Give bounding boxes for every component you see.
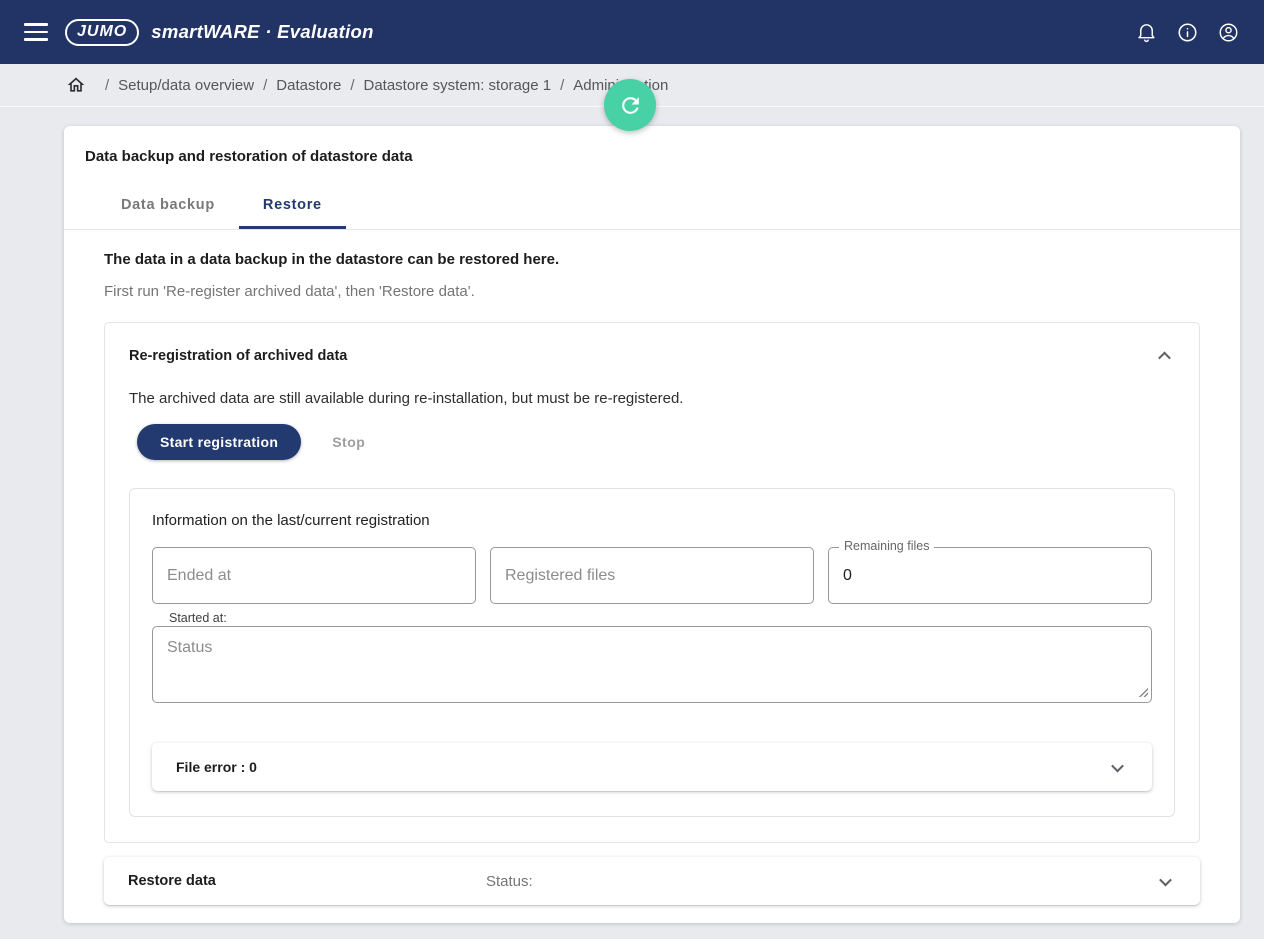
ended-at-field-wrap: Started at:: [152, 547, 476, 625]
registration-fields-row: Started at: Remaining files: [152, 539, 1152, 625]
file-error-panel[interactable]: File error : 0: [152, 743, 1152, 791]
start-registration-button[interactable]: Start registration: [137, 424, 302, 460]
refresh-icon: [618, 93, 643, 118]
restore-status-label: Status:: [486, 872, 533, 890]
restore-intro-text: The data in a data backup in the datasto…: [104, 251, 560, 268]
chevron-down-icon: [1108, 758, 1126, 776]
info-icon[interactable]: [1175, 20, 1199, 44]
refresh-button[interactable]: [604, 79, 656, 131]
stop-button[interactable]: Stop: [332, 434, 365, 450]
reregistration-description: The archived data are still available du…: [129, 390, 684, 407]
registered-files-input[interactable]: [490, 547, 814, 604]
breadcrumb-separator: /: [263, 76, 268, 94]
status-area-wrap: [152, 626, 1152, 703]
chevron-up-icon[interactable]: [1155, 347, 1173, 365]
account-icon[interactable]: [1216, 20, 1240, 44]
started-at-label: Started at:: [169, 611, 227, 625]
notifications-bell-icon[interactable]: [1134, 20, 1158, 44]
registration-info-card: Information on the last/current registra…: [129, 488, 1175, 817]
menu-icon[interactable]: [24, 23, 48, 41]
tab-data-backup[interactable]: Data backup: [97, 181, 239, 229]
top-navbar: JUMO smartWARE · Evaluation: [0, 0, 1264, 64]
tab-restore[interactable]: Restore: [239, 181, 346, 229]
reregistration-title: Re-registration of archived data: [129, 348, 348, 364]
restore-hint-text: First run 'Re-register archived data', t…: [104, 283, 475, 300]
home-icon[interactable]: [66, 75, 86, 95]
ended-at-input[interactable]: [152, 547, 476, 604]
breadcrumb-item-datastore[interactable]: Datastore: [276, 77, 341, 94]
page-title: Data backup and restoration of datastore…: [85, 148, 413, 165]
reregistration-header[interactable]: Re-registration of archived data: [105, 323, 1199, 365]
registration-info-title: Information on the last/current registra…: [152, 512, 430, 529]
registration-buttons-row: Start registration Stop: [137, 424, 1175, 460]
app-title: smartWARE · Evaluation: [151, 21, 374, 42]
breadcrumb-separator: /: [350, 76, 355, 94]
jumo-logo: JUMO: [65, 18, 140, 46]
breadcrumb-item-datastore-system[interactable]: Datastore system: storage 1: [363, 77, 551, 94]
remaining-files-input[interactable]: [828, 547, 1152, 604]
breadcrumb-item-setup-data-overview[interactable]: Setup/data overview: [118, 77, 254, 94]
navbar-icon-group: [1134, 20, 1240, 44]
status-textarea[interactable]: [152, 626, 1152, 703]
main-card: Data backup and restoration of datastore…: [64, 126, 1240, 923]
restore-data-title: Restore data: [128, 873, 216, 889]
reregistration-section: Re-registration of archived data The arc…: [104, 322, 1200, 843]
remaining-files-field-wrap: Remaining files: [828, 539, 1152, 604]
breadcrumb-separator: /: [105, 76, 110, 94]
file-error-label: File error : 0: [176, 759, 257, 775]
restore-data-panel[interactable]: Restore data Status:: [104, 857, 1200, 905]
chevron-down-icon: [1156, 872, 1174, 890]
registered-files-field-wrap: [490, 547, 814, 604]
remaining-files-label: Remaining files: [839, 539, 935, 554]
breadcrumb-separator: /: [560, 76, 565, 94]
tab-bar: Data backup Restore: [64, 181, 1240, 230]
